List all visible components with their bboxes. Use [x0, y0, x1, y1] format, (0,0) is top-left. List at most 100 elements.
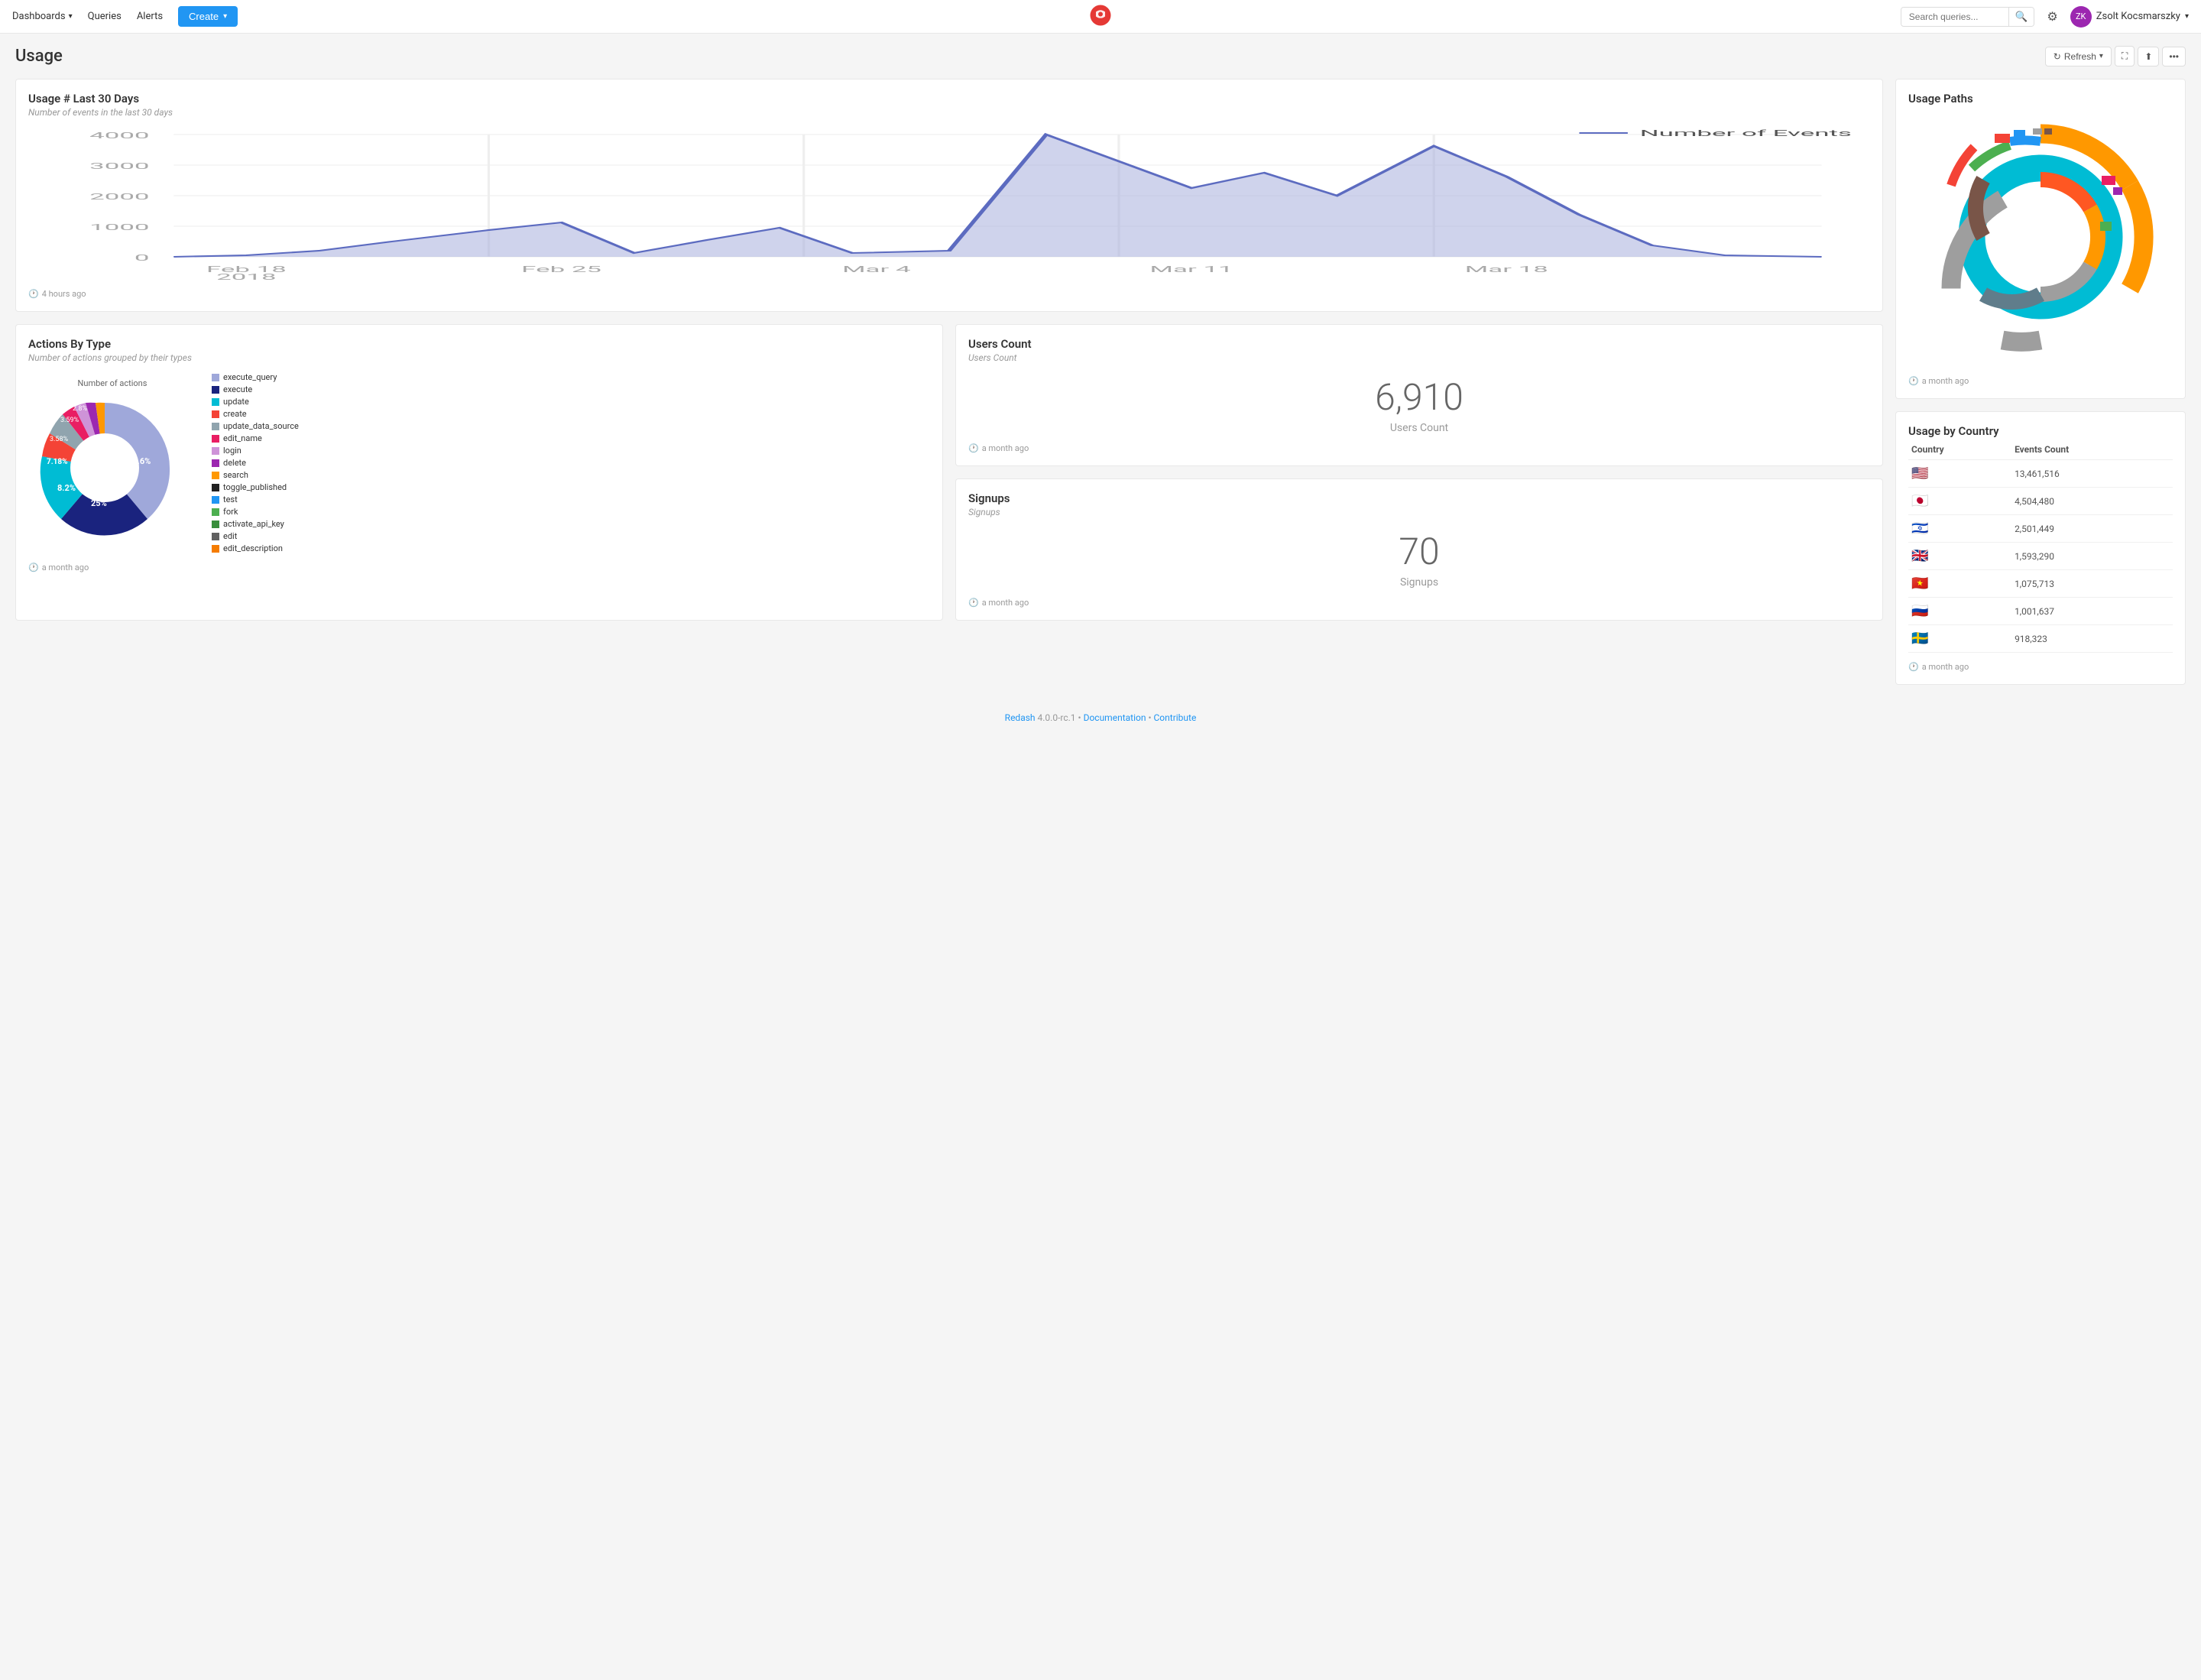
pie-legend-dot — [212, 484, 219, 491]
events-count: 4,504,480 — [2011, 488, 2173, 515]
right-column: Usage Paths — [1895, 79, 2186, 685]
pie-legend-dot — [212, 386, 219, 394]
pie-legend-dot — [212, 374, 219, 381]
pie-legend-item: delete — [212, 458, 299, 468]
user-name: Zsolt Kocsmarszky — [2096, 11, 2180, 22]
clock-icon: 🕐 — [968, 443, 979, 453]
pie-legend-item: login — [212, 446, 299, 456]
pie-legend-label: update_data_source — [223, 421, 299, 431]
usage-last30-title: Usage # Last 30 Days — [28, 92, 1870, 105]
pie-legend-label: edit — [223, 531, 237, 541]
pie-legend-item: activate_api_key — [212, 519, 299, 529]
contribute-link[interactable]: Contribute — [1153, 712, 1196, 723]
share-button[interactable]: ⬆ — [2138, 47, 2159, 66]
svg-text:Feb 25: Feb 25 — [521, 264, 601, 274]
users-count-card: Users Count Users Count 6,910 Users Coun… — [955, 324, 1883, 466]
pie-legend-item: execute_query — [212, 372, 299, 382]
usage-paths-title: Usage Paths — [1908, 92, 2173, 105]
pie-legend-item: edit_description — [212, 543, 299, 553]
pie-legend-item: update — [212, 397, 299, 407]
signups-label: Signups — [968, 576, 1870, 589]
usage-last30-chart: 0 1000 2000 3000 4000 Feb 18 2018 Feb 25… — [28, 127, 1870, 280]
country-flag: 🇺🇸 — [1908, 460, 2011, 488]
nav-queries[interactable]: Queries — [88, 11, 122, 22]
pie-legend-dot — [212, 545, 219, 553]
pie-legend-dot — [212, 447, 219, 455]
svg-text:Mar 18: Mar 18 — [1465, 264, 1548, 274]
actions-subtitle: Number of actions grouped by their types — [28, 352, 930, 363]
country-flag: 🇻🇳 — [1908, 570, 2011, 598]
table-row: 🇮🇱2,501,449 — [1908, 515, 2173, 543]
svg-text:43.6%: 43.6% — [128, 456, 151, 466]
clock-icon: 🕐 — [1908, 376, 1919, 386]
nav-dashboards[interactable]: Dashboards ▾ — [12, 11, 73, 22]
actions-footer: 🕐 a month ago — [28, 563, 930, 572]
page-header: Usage ↻ Refresh ▾ ⛶ ⬆ ••• — [15, 46, 2186, 66]
svg-text:25%: 25% — [91, 498, 107, 508]
events-count: 1,593,290 — [2011, 543, 2173, 570]
main-nav: Dashboards ▾ Queries Alerts Create ▾ — [12, 6, 238, 27]
version-text: 4.0.0-rc.1 — [1038, 712, 1076, 723]
signups-card: Signups Signups 70 Signups 🕐 a month ago — [955, 478, 1883, 621]
actions-by-type-card: Actions By Type Number of actions groupe… — [15, 324, 943, 621]
bottom-grid: Actions By Type Number of actions groupe… — [15, 324, 1883, 621]
clock-icon: 🕐 — [28, 563, 39, 572]
signups-value: 70 — [968, 530, 1870, 573]
pie-legend-label: execute_query — [223, 372, 277, 382]
pie-legend-dot — [212, 410, 219, 418]
pie-legend-dot — [212, 508, 219, 516]
events-count: 2,501,449 — [2011, 515, 2173, 543]
pie-legend-dot — [212, 398, 219, 406]
svg-text:2000: 2000 — [89, 192, 149, 202]
signups-footer: 🕐 a month ago — [968, 598, 1870, 608]
pie-legend-label: delete — [223, 458, 246, 468]
search-button[interactable]: 🔍 — [2008, 8, 2034, 26]
pie-legend-dot — [212, 472, 219, 479]
actions-title: Actions By Type — [28, 337, 930, 351]
svg-text:1000: 1000 — [89, 222, 149, 232]
pie-legend: execute_queryexecute update create update_d… — [212, 372, 299, 553]
pie-legend-item: toggle_published — [212, 482, 299, 492]
pie-legend-label: login — [223, 446, 241, 456]
pie-legend-item: search — [212, 470, 299, 480]
nav-alerts[interactable]: Alerts — [137, 11, 163, 22]
svg-text:3.58%: 3.58% — [50, 436, 69, 443]
svg-text:3000: 3000 — [89, 161, 149, 171]
search-input[interactable] — [1901, 8, 2008, 25]
pie-legend-item: create — [212, 409, 299, 419]
pie-legend-label: execute — [223, 384, 252, 394]
pie-legend-label: edit_name — [223, 433, 262, 443]
svg-text:0: 0 — [135, 253, 150, 263]
page-footer: Redash 4.0.0-rc.1 • Documentation • Cont… — [0, 697, 2201, 738]
signups-subtitle: Signups — [968, 507, 1870, 517]
chevron-down-icon: ▾ — [69, 12, 73, 21]
svg-text:3.59%: 3.59% — [60, 417, 79, 424]
events-count: 918,323 — [2011, 625, 2173, 653]
country-flag: 🇮🇱 — [1908, 515, 2011, 543]
events-count: 13,461,516 — [2011, 460, 2173, 488]
chevron-down-icon: ▾ — [223, 12, 227, 21]
left-column: Usage # Last 30 Days Number of events in… — [15, 79, 1883, 685]
dashboard-grid: Usage # Last 30 Days Number of events in… — [15, 79, 2186, 685]
pie-legend-item: execute — [212, 384, 299, 394]
user-menu[interactable]: ZK Zsolt Kocsmarszky ▾ — [2070, 6, 2189, 28]
pie-legend-dot — [212, 533, 219, 540]
actions-content: Number of actions — [28, 372, 930, 553]
settings-icon[interactable]: ⚙ — [2047, 9, 2057, 24]
usage-by-country-card: Usage by Country Country Events Count 🇺🇸… — [1895, 411, 2186, 685]
pie-legend-dot — [212, 423, 219, 430]
pie-legend-dot — [212, 496, 219, 504]
usage-paths-footer: 🕐 a month ago — [1908, 376, 2173, 386]
documentation-link[interactable]: Documentation — [1084, 712, 1146, 723]
refresh-button[interactable]: ↻ Refresh ▾ — [2045, 47, 2112, 66]
svg-text:Mar 11: Mar 11 — [1150, 264, 1233, 274]
pie-legend-label: test — [223, 495, 238, 504]
brand-link[interactable]: Redash — [1005, 712, 1036, 723]
create-button[interactable]: Create ▾ — [178, 6, 238, 27]
svg-text:Mar 4: Mar 4 — [842, 264, 911, 274]
country-table: Country Events Count 🇺🇸13,461,516🇯🇵4,504… — [1908, 439, 2173, 653]
svg-text:4000: 4000 — [89, 131, 149, 141]
more-button[interactable]: ••• — [2162, 47, 2186, 66]
expand-button[interactable]: ⛶ — [2115, 46, 2135, 66]
svg-text:Number of Events: Number of Events — [1640, 128, 1852, 138]
